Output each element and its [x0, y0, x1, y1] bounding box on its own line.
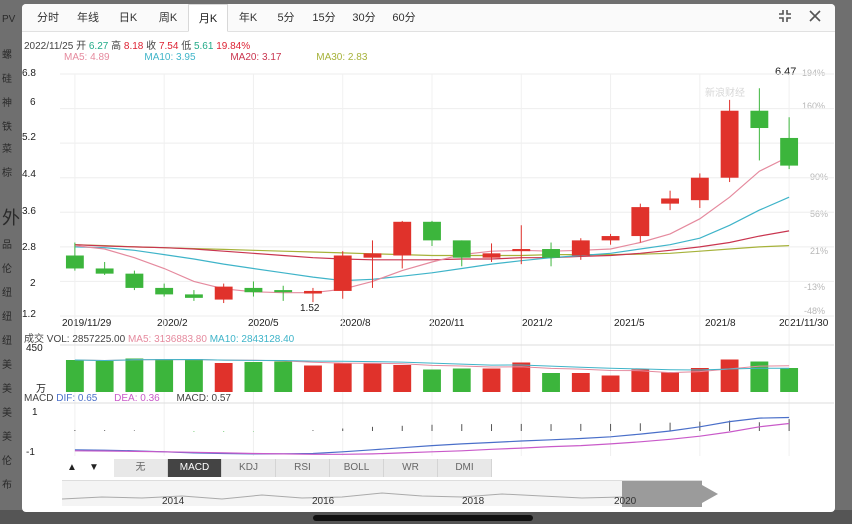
- volume-bar: [631, 369, 650, 392]
- candle-body: [512, 249, 531, 252]
- candle-body: [423, 221, 441, 241]
- macd-legend: MACD DIF: 0.65 DEA: 0.36 MACD: 0.57: [24, 393, 231, 404]
- volume-bar: [571, 373, 590, 392]
- volume-bar: [125, 358, 144, 392]
- candle-body: [184, 294, 203, 298]
- volume-bar: [304, 365, 322, 392]
- volume-bar: [601, 375, 620, 392]
- indicator-tab-boll[interactable]: BOLL: [330, 459, 384, 477]
- indicator-tab-wr[interactable]: WR: [384, 459, 438, 477]
- candle-body: [333, 255, 352, 291]
- bg-text: PV: [2, 14, 16, 25]
- indicator-tab-dmi[interactable]: DMI: [438, 459, 492, 477]
- volume-bar: [244, 362, 263, 392]
- kline-chart[interactable]: [22, 4, 835, 512]
- bg-footer: [0, 510, 852, 524]
- vol-ma10: MA10: 2843128.40: [209, 334, 295, 345]
- candle-body: [601, 236, 620, 241]
- candle-body: [95, 268, 114, 274]
- dea-value: DEA: 0.36: [114, 393, 160, 404]
- volume-bar: [184, 359, 203, 392]
- candle-body: [274, 290, 293, 293]
- volume-bar: [482, 368, 501, 392]
- candle-body: [155, 287, 174, 295]
- bg-text: 美: [2, 384, 12, 395]
- vol-axis-top: 450: [26, 343, 43, 354]
- volume-bar: [214, 363, 233, 392]
- bg-text: 布: [2, 480, 12, 491]
- macd-label: MACD: [24, 393, 54, 404]
- candle-body: [571, 240, 590, 256]
- chart-panel: 分时 年线 日K 周K 月K 年K 5分 15分 30分 60分 2022/11…: [22, 4, 835, 512]
- bg-text: 外: [2, 208, 20, 228]
- volume-bar: [65, 360, 84, 392]
- bg-text: 品: [2, 240, 12, 251]
- candle-body: [65, 255, 84, 269]
- candle-body: [780, 137, 799, 166]
- volume-bar: [363, 363, 382, 392]
- range-selector[interactable]: 2014 2016 2018 2020: [62, 480, 718, 507]
- range-year: 2014: [162, 496, 185, 507]
- candle-body: [363, 253, 382, 258]
- volume-bar: [393, 365, 412, 392]
- range-year: 2016: [312, 496, 335, 507]
- bg-text: 菜: [2, 144, 12, 155]
- dif-value: DIF: 0.65: [56, 393, 98, 404]
- bg-text: 铁: [2, 122, 12, 133]
- bg-text: 美: [2, 360, 12, 371]
- candle-body: [542, 249, 560, 258]
- candle-body: [631, 207, 650, 237]
- macd-axis-bottom: -1: [26, 447, 35, 458]
- range-year: 2018: [462, 496, 485, 507]
- candle-body: [125, 273, 144, 288]
- volume-bar: [661, 372, 680, 392]
- volume-bar: [720, 359, 739, 392]
- candle-body: [452, 240, 471, 258]
- bg-text: 美: [2, 432, 12, 443]
- candle-body: [750, 110, 769, 129]
- bg-text: 伦: [2, 264, 12, 275]
- bg-text: 棕: [2, 168, 12, 179]
- indicator-tab-none[interactable]: 无: [114, 459, 168, 477]
- volume-bar: [452, 368, 471, 392]
- bg-text: 伦: [2, 456, 12, 467]
- home-indicator: [313, 515, 533, 521]
- bg-text: 螺: [2, 50, 12, 61]
- macd-value: MACD: 0.57: [176, 393, 231, 404]
- bg-text: 硅: [2, 74, 12, 85]
- volume-legend: 成交 VOL: 2857225.00 MA5: 3136883.80 MA10:…: [24, 330, 294, 345]
- volume-bar: [423, 369, 441, 392]
- indicator-tab-kdj[interactable]: KDJ: [222, 459, 276, 477]
- indicator-tab-macd[interactable]: MACD: [168, 459, 222, 477]
- candle-body: [720, 110, 739, 178]
- scroll-down-icon[interactable]: ▼: [84, 459, 104, 477]
- volume-bar: [274, 361, 293, 392]
- vol-ma5: MA5: 3136883.80: [127, 334, 207, 345]
- bg-text: 神: [2, 98, 12, 109]
- bg-text: 美: [2, 408, 12, 419]
- volume-bar: [542, 373, 560, 392]
- candle-body: [690, 177, 709, 201]
- bg-text: 纽: [2, 288, 12, 299]
- candle-body: [304, 290, 322, 294]
- candle-body: [244, 287, 263, 293]
- volume-bar: [155, 359, 174, 392]
- scroll-up-icon[interactable]: ▲: [62, 459, 82, 477]
- candle-body: [482, 253, 501, 258]
- bg-text: 纽: [2, 312, 12, 323]
- volume-bar: [95, 361, 114, 392]
- candle-body: [661, 198, 680, 204]
- volume-bar: [333, 363, 352, 392]
- range-year: 2020: [614, 496, 637, 507]
- vol-value: VOL: 2857225.00: [46, 334, 126, 345]
- bg-text: 纽: [2, 336, 12, 347]
- volume-bar: [780, 368, 799, 392]
- candle-body: [214, 286, 233, 300]
- macd-axis-top: 1: [32, 407, 38, 418]
- candle-body: [393, 221, 412, 256]
- indicator-tab-rsi[interactable]: RSI: [276, 459, 330, 477]
